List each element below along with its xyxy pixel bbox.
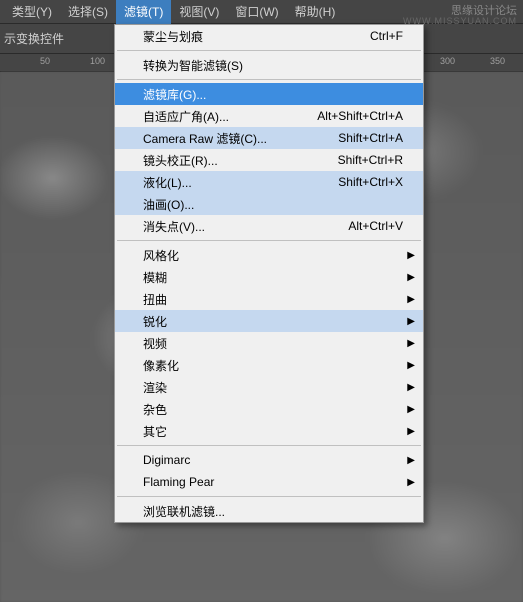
menu-item-label: 自适应广角(A)... (143, 108, 317, 125)
menu-item-label: Flaming Pear (143, 475, 403, 489)
menu-item-label: Digimarc (143, 453, 403, 467)
chevron-right-icon: ▶ (407, 382, 415, 393)
menu-separator (117, 50, 421, 51)
menu-item-label: Camera Raw 滤镜(C)... (143, 130, 338, 147)
menu-item-label: 油画(O)... (143, 196, 403, 213)
chevron-right-icon: ▶ (407, 272, 415, 283)
menu-item-label: 像素化 (143, 357, 403, 374)
menu-item[interactable]: 渲染 ▶ (115, 376, 423, 398)
menu-item-label: 杂色 (143, 401, 403, 418)
menu-5[interactable]: 帮助(H) (287, 0, 344, 24)
menu-separator (117, 496, 421, 497)
menu-item-label: 消失点(V)... (143, 218, 348, 235)
ruler-mark: 300 (440, 56, 455, 66)
menu-item-label: 风格化 (143, 247, 403, 264)
menu-item[interactable]: 滤镜库(G)... (115, 83, 423, 105)
menu-shortcut: Shift+Ctrl+R (338, 153, 403, 167)
chevron-right-icon: ▶ (407, 426, 415, 437)
menu-item-label: 滤镜库(G)... (143, 86, 403, 103)
menu-3[interactable]: 视图(V) (171, 0, 227, 24)
toolbar-label: 示变换控件 (4, 30, 64, 47)
menu-item[interactable]: 镜头校正(R)...Shift+Ctrl+R (115, 149, 423, 171)
menu-item[interactable]: 扭曲 ▶ (115, 288, 423, 310)
menu-4[interactable]: 窗口(W) (227, 0, 286, 24)
menu-item[interactable]: 消失点(V)...Alt+Ctrl+V (115, 215, 423, 237)
menu-item[interactable]: 液化(L)...Shift+Ctrl+X (115, 171, 423, 193)
menu-shortcut: Shift+Ctrl+X (338, 175, 403, 189)
menu-item[interactable]: 模糊 ▶ (115, 266, 423, 288)
menu-item[interactable]: 油画(O)... (115, 193, 423, 215)
menu-item-label: 液化(L)... (143, 174, 338, 191)
menu-shortcut: Ctrl+F (370, 29, 403, 43)
menu-0[interactable]: 类型(Y) (4, 0, 60, 24)
menu-item[interactable]: 像素化 ▶ (115, 354, 423, 376)
watermark-url: WWW.MISSYUAN.COM (403, 16, 517, 26)
menu-separator (117, 240, 421, 241)
menu-item-label: 转换为智能滤镜(S) (143, 57, 403, 74)
ruler-mark: 100 (90, 56, 105, 66)
menu-item[interactable]: 锐化 ▶ (115, 310, 423, 332)
menu-item-label: 模糊 (143, 269, 403, 286)
menu-2[interactable]: 滤镜(T) (116, 0, 171, 24)
menu-item-label: 蒙尘与划痕 (143, 28, 370, 45)
menu-shortcut: Alt+Ctrl+V (348, 219, 403, 233)
menu-item-label: 锐化 (143, 313, 403, 330)
menu-item-label: 浏览联机滤镜... (143, 503, 403, 520)
chevron-right-icon: ▶ (407, 404, 415, 415)
menu-item[interactable]: 视频 ▶ (115, 332, 423, 354)
menu-1[interactable]: 选择(S) (60, 0, 116, 24)
menu-item-label: 渲染 (143, 379, 403, 396)
menu-item[interactable]: Flaming Pear ▶ (115, 471, 423, 493)
menu-item-label: 镜头校正(R)... (143, 152, 338, 169)
menu-item[interactable]: 自适应广角(A)...Alt+Shift+Ctrl+A (115, 105, 423, 127)
menu-item[interactable]: Camera Raw 滤镜(C)...Shift+Ctrl+A (115, 127, 423, 149)
menu-item-label: 扭曲 (143, 291, 403, 308)
menu-item[interactable]: 浏览联机滤镜... (115, 500, 423, 522)
filter-menu-dropdown: 蒙尘与划痕Ctrl+F 转换为智能滤镜(S) 滤镜库(G)... 自适应广角(A)..… (114, 24, 424, 523)
menu-item[interactable]: 蒙尘与划痕Ctrl+F (115, 25, 423, 47)
menu-separator (117, 79, 421, 80)
menu-item[interactable]: Digimarc ▶ (115, 449, 423, 471)
chevron-right-icon: ▶ (407, 250, 415, 261)
menu-item[interactable]: 风格化 ▶ (115, 244, 423, 266)
menu-item-label: 视频 (143, 335, 403, 352)
menu-item[interactable]: 转换为智能滤镜(S) (115, 54, 423, 76)
menu-item[interactable]: 其它 ▶ (115, 420, 423, 442)
menu-item[interactable]: 杂色 ▶ (115, 398, 423, 420)
chevron-right-icon: ▶ (407, 316, 415, 327)
chevron-right-icon: ▶ (407, 455, 415, 466)
menu-shortcut: Alt+Shift+Ctrl+A (317, 109, 403, 123)
chevron-right-icon: ▶ (407, 477, 415, 488)
menu-item-label: 其它 (143, 423, 403, 440)
chevron-right-icon: ▶ (407, 360, 415, 371)
menu-shortcut: Shift+Ctrl+A (338, 131, 403, 145)
chevron-right-icon: ▶ (407, 294, 415, 305)
chevron-right-icon: ▶ (407, 338, 415, 349)
ruler-mark: 350 (490, 56, 505, 66)
menu-separator (117, 445, 421, 446)
ruler-mark: 50 (40, 56, 50, 66)
